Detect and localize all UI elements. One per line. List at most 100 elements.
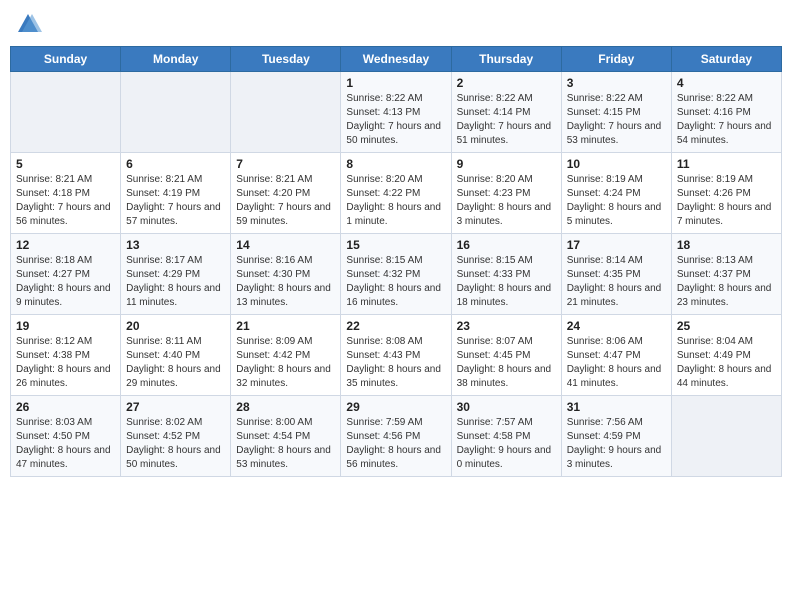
day-number: 16: [457, 238, 556, 252]
calendar-cell: [121, 72, 231, 153]
calendar-cell: 3 Sunrise: 8:22 AMSunset: 4:15 PMDayligh…: [561, 72, 671, 153]
day-number: 14: [236, 238, 335, 252]
day-number: 18: [677, 238, 776, 252]
calendar-cell: 8 Sunrise: 8:20 AMSunset: 4:22 PMDayligh…: [341, 153, 451, 234]
day-number: 4: [677, 76, 776, 90]
day-info: Sunrise: 8:16 AMSunset: 4:30 PMDaylight:…: [236, 254, 335, 310]
day-info: Sunrise: 8:21 AMSunset: 4:18 PMDaylight:…: [16, 173, 115, 229]
day-info: Sunrise: 7:57 AMSunset: 4:58 PMDaylight:…: [457, 416, 556, 472]
calendar-cell: 30 Sunrise: 7:57 AMSunset: 4:58 PMDaylig…: [451, 396, 561, 477]
day-number: 24: [567, 319, 666, 333]
day-number: 12: [16, 238, 115, 252]
day-number: 21: [236, 319, 335, 333]
calendar-cell: 2 Sunrise: 8:22 AMSunset: 4:14 PMDayligh…: [451, 72, 561, 153]
calendar-cell: 27 Sunrise: 8:02 AMSunset: 4:52 PMDaylig…: [121, 396, 231, 477]
day-number: 28: [236, 400, 335, 414]
day-number: 5: [16, 157, 115, 171]
day-number: 9: [457, 157, 556, 171]
day-info: Sunrise: 8:00 AMSunset: 4:54 PMDaylight:…: [236, 416, 335, 472]
day-info: Sunrise: 8:20 AMSunset: 4:22 PMDaylight:…: [346, 173, 445, 229]
day-number: 22: [346, 319, 445, 333]
page-header: [10, 10, 782, 38]
calendar-cell: 15 Sunrise: 8:15 AMSunset: 4:32 PMDaylig…: [341, 234, 451, 315]
calendar-cell: 22 Sunrise: 8:08 AMSunset: 4:43 PMDaylig…: [341, 315, 451, 396]
day-info: Sunrise: 8:02 AMSunset: 4:52 PMDaylight:…: [126, 416, 225, 472]
day-info: Sunrise: 8:13 AMSunset: 4:37 PMDaylight:…: [677, 254, 776, 310]
calendar-week-row: 1 Sunrise: 8:22 AMSunset: 4:13 PMDayligh…: [11, 72, 782, 153]
calendar-cell: 9 Sunrise: 8:20 AMSunset: 4:23 PMDayligh…: [451, 153, 561, 234]
day-number: 1: [346, 76, 445, 90]
day-info: Sunrise: 8:15 AMSunset: 4:33 PMDaylight:…: [457, 254, 556, 310]
day-of-week-header: Saturday: [671, 47, 781, 72]
calendar-cell: 14 Sunrise: 8:16 AMSunset: 4:30 PMDaylig…: [231, 234, 341, 315]
day-info: Sunrise: 8:19 AMSunset: 4:24 PMDaylight:…: [567, 173, 666, 229]
day-info: Sunrise: 8:06 AMSunset: 4:47 PMDaylight:…: [567, 335, 666, 391]
day-info: Sunrise: 8:22 AMSunset: 4:13 PMDaylight:…: [346, 92, 445, 148]
day-number: 3: [567, 76, 666, 90]
day-info: Sunrise: 8:19 AMSunset: 4:26 PMDaylight:…: [677, 173, 776, 229]
calendar-cell: 18 Sunrise: 8:13 AMSunset: 4:37 PMDaylig…: [671, 234, 781, 315]
day-number: 10: [567, 157, 666, 171]
day-number: 31: [567, 400, 666, 414]
calendar-table: SundayMondayTuesdayWednesdayThursdayFrid…: [10, 46, 782, 477]
day-number: 26: [16, 400, 115, 414]
calendar-cell: 16 Sunrise: 8:15 AMSunset: 4:33 PMDaylig…: [451, 234, 561, 315]
logo: [14, 10, 46, 38]
logo-icon: [14, 10, 42, 38]
day-of-week-header: Friday: [561, 47, 671, 72]
calendar-week-row: 19 Sunrise: 8:12 AMSunset: 4:38 PMDaylig…: [11, 315, 782, 396]
day-of-week-header: Monday: [121, 47, 231, 72]
day-number: 13: [126, 238, 225, 252]
calendar-header-row: SundayMondayTuesdayWednesdayThursdayFrid…: [11, 47, 782, 72]
day-info: Sunrise: 7:59 AMSunset: 4:56 PMDaylight:…: [346, 416, 445, 472]
day-info: Sunrise: 8:20 AMSunset: 4:23 PMDaylight:…: [457, 173, 556, 229]
calendar-cell: 23 Sunrise: 8:07 AMSunset: 4:45 PMDaylig…: [451, 315, 561, 396]
day-info: Sunrise: 8:22 AMSunset: 4:15 PMDaylight:…: [567, 92, 666, 148]
day-info: Sunrise: 8:22 AMSunset: 4:16 PMDaylight:…: [677, 92, 776, 148]
calendar-cell: 26 Sunrise: 8:03 AMSunset: 4:50 PMDaylig…: [11, 396, 121, 477]
day-number: 11: [677, 157, 776, 171]
calendar-cell: 13 Sunrise: 8:17 AMSunset: 4:29 PMDaylig…: [121, 234, 231, 315]
calendar-week-row: 12 Sunrise: 8:18 AMSunset: 4:27 PMDaylig…: [11, 234, 782, 315]
day-info: Sunrise: 8:22 AMSunset: 4:14 PMDaylight:…: [457, 92, 556, 148]
calendar-cell: 31 Sunrise: 7:56 AMSunset: 4:59 PMDaylig…: [561, 396, 671, 477]
calendar-cell: 7 Sunrise: 8:21 AMSunset: 4:20 PMDayligh…: [231, 153, 341, 234]
day-number: 27: [126, 400, 225, 414]
day-info: Sunrise: 8:09 AMSunset: 4:42 PMDaylight:…: [236, 335, 335, 391]
day-info: Sunrise: 8:17 AMSunset: 4:29 PMDaylight:…: [126, 254, 225, 310]
day-info: Sunrise: 8:14 AMSunset: 4:35 PMDaylight:…: [567, 254, 666, 310]
day-info: Sunrise: 8:07 AMSunset: 4:45 PMDaylight:…: [457, 335, 556, 391]
day-info: Sunrise: 8:12 AMSunset: 4:38 PMDaylight:…: [16, 335, 115, 391]
calendar-cell: 24 Sunrise: 8:06 AMSunset: 4:47 PMDaylig…: [561, 315, 671, 396]
day-number: 7: [236, 157, 335, 171]
calendar-cell: 19 Sunrise: 8:12 AMSunset: 4:38 PMDaylig…: [11, 315, 121, 396]
day-info: Sunrise: 8:18 AMSunset: 4:27 PMDaylight:…: [16, 254, 115, 310]
calendar-cell: 5 Sunrise: 8:21 AMSunset: 4:18 PMDayligh…: [11, 153, 121, 234]
day-info: Sunrise: 8:04 AMSunset: 4:49 PMDaylight:…: [677, 335, 776, 391]
calendar-cell: 28 Sunrise: 8:00 AMSunset: 4:54 PMDaylig…: [231, 396, 341, 477]
day-info: Sunrise: 8:21 AMSunset: 4:20 PMDaylight:…: [236, 173, 335, 229]
calendar-cell: 11 Sunrise: 8:19 AMSunset: 4:26 PMDaylig…: [671, 153, 781, 234]
day-number: 19: [16, 319, 115, 333]
day-number: 30: [457, 400, 556, 414]
day-of-week-header: Wednesday: [341, 47, 451, 72]
calendar-cell: [671, 396, 781, 477]
day-number: 29: [346, 400, 445, 414]
day-info: Sunrise: 8:03 AMSunset: 4:50 PMDaylight:…: [16, 416, 115, 472]
calendar-week-row: 5 Sunrise: 8:21 AMSunset: 4:18 PMDayligh…: [11, 153, 782, 234]
day-number: 23: [457, 319, 556, 333]
day-info: Sunrise: 8:08 AMSunset: 4:43 PMDaylight:…: [346, 335, 445, 391]
day-info: Sunrise: 8:11 AMSunset: 4:40 PMDaylight:…: [126, 335, 225, 391]
calendar-cell: 1 Sunrise: 8:22 AMSunset: 4:13 PMDayligh…: [341, 72, 451, 153]
day-number: 20: [126, 319, 225, 333]
calendar-cell: 20 Sunrise: 8:11 AMSunset: 4:40 PMDaylig…: [121, 315, 231, 396]
calendar-cell: 29 Sunrise: 7:59 AMSunset: 4:56 PMDaylig…: [341, 396, 451, 477]
day-number: 8: [346, 157, 445, 171]
calendar-cell: 25 Sunrise: 8:04 AMSunset: 4:49 PMDaylig…: [671, 315, 781, 396]
calendar-cell: 6 Sunrise: 8:21 AMSunset: 4:19 PMDayligh…: [121, 153, 231, 234]
calendar-cell: 12 Sunrise: 8:18 AMSunset: 4:27 PMDaylig…: [11, 234, 121, 315]
day-number: 25: [677, 319, 776, 333]
day-of-week-header: Sunday: [11, 47, 121, 72]
calendar-week-row: 26 Sunrise: 8:03 AMSunset: 4:50 PMDaylig…: [11, 396, 782, 477]
day-number: 6: [126, 157, 225, 171]
